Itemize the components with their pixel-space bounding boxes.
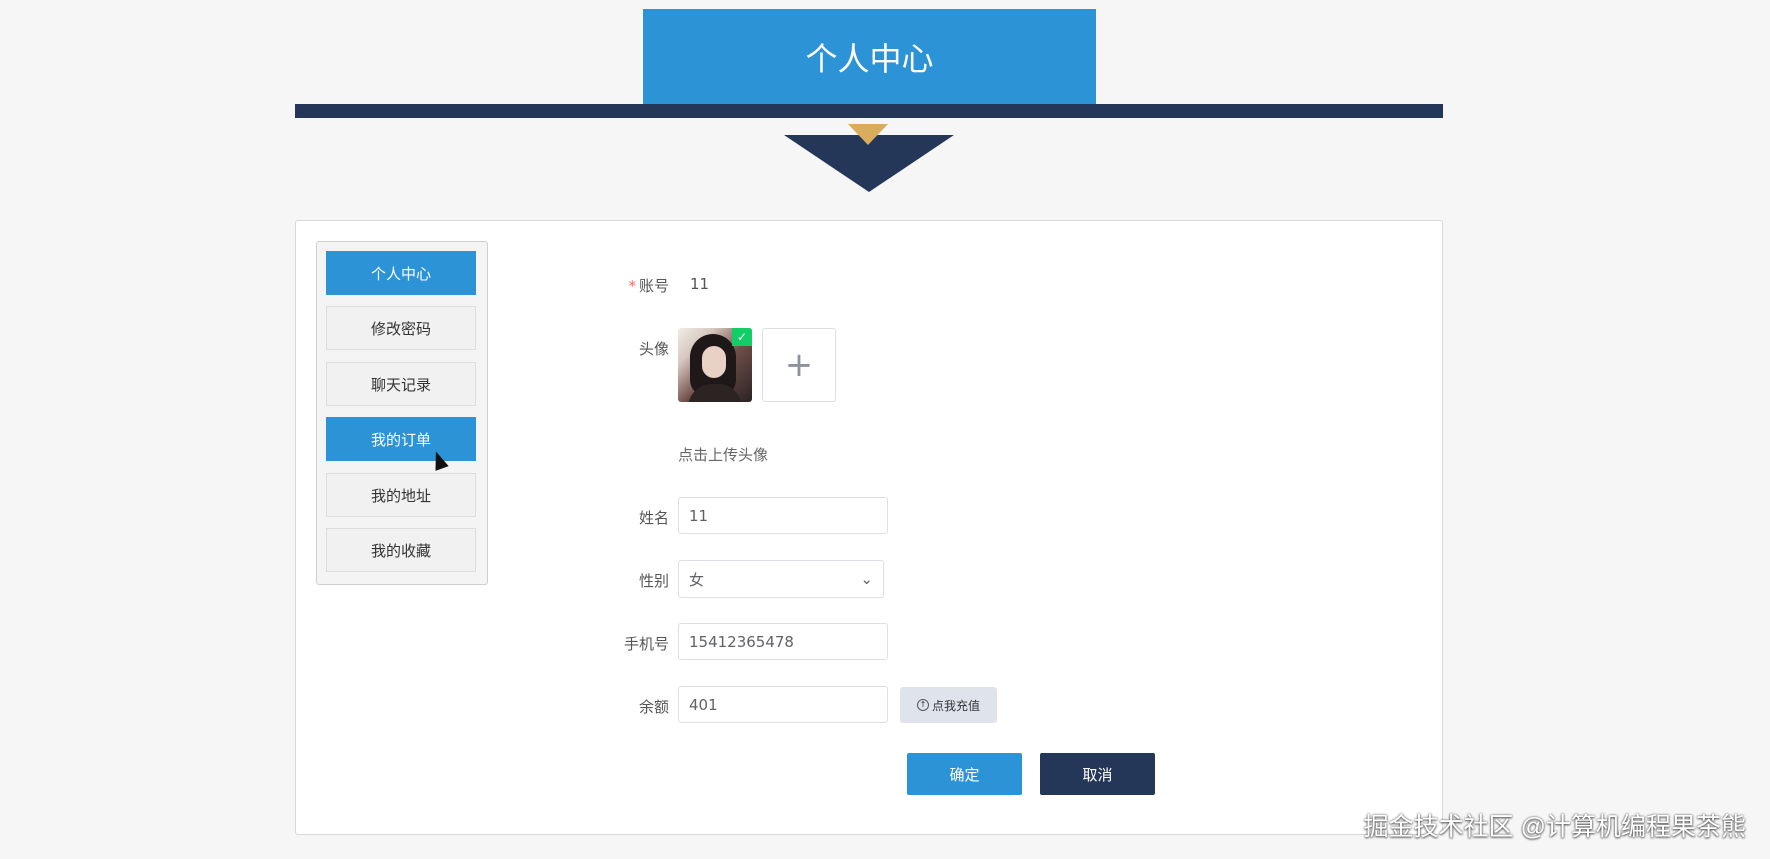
header-arrow-gold [848, 124, 888, 145]
gender-label: 性别 [638, 572, 669, 590]
confirm-button[interactable]: 确定 [907, 753, 1022, 795]
avatar-image[interactable]: ✓ [678, 328, 752, 402]
account-value: 11 [690, 275, 710, 293]
upload-success-check-icon: ✓ [732, 328, 752, 346]
sidebar-item-my-favorites[interactable]: 我的收藏 [326, 528, 476, 572]
sidebar-item-my-orders[interactable]: 我的订单 [326, 417, 476, 461]
sidebar-item-personal-center[interactable]: 个人中心 [326, 251, 476, 295]
avatar-upload-tip: 点击上传头像 [678, 446, 769, 464]
header-divider-bar [295, 104, 1443, 118]
chevron-down-icon: ⌄ [860, 570, 873, 588]
avatar-face-shape [702, 346, 726, 378]
source-watermark: 掘金技术社区 @计算机编程果茶熊 [1363, 813, 1746, 841]
required-mark: * [628, 277, 636, 295]
cancel-button[interactable]: 取消 [1040, 753, 1155, 795]
recharge-button[interactable]: ↑ 点我充值 [900, 687, 997, 723]
profile-panel: 个人中心 修改密码 聊天记录 我的订单 我的地址 我的收藏 * 账号 11 头像 … [295, 220, 1443, 835]
balance-input[interactable]: 401 [678, 686, 888, 723]
name-label: 姓名 [638, 509, 669, 527]
gender-select[interactable]: 女 ⌄ [678, 560, 884, 598]
sidebar-item-chat-history[interactable]: 聊天记录 [326, 362, 476, 406]
recharge-button-label: 点我充值 [931, 698, 980, 713]
account-label: * 账号 [579, 275, 669, 296]
avatar-label: 头像 [638, 340, 669, 358]
gender-selected-value: 女 [689, 570, 705, 589]
phone-label: 手机号 [623, 635, 669, 653]
upload-circle-icon: ↑ [916, 699, 929, 711]
name-input[interactable]: 11 [678, 497, 888, 534]
balance-label: 余额 [638, 698, 669, 716]
avatar-upload-button[interactable]: + [762, 328, 836, 402]
sidebar-item-my-address[interactable]: 我的地址 [326, 473, 476, 517]
sidebar-item-change-password[interactable]: 修改密码 [326, 306, 476, 350]
sidebar-menu: 个人中心 修改密码 聊天记录 我的订单 我的地址 我的收藏 [316, 241, 488, 585]
account-label-text: 账号 [638, 277, 669, 295]
page-title: 个人中心 [643, 9, 1096, 105]
phone-input[interactable]: 15412365478 [678, 623, 888, 660]
